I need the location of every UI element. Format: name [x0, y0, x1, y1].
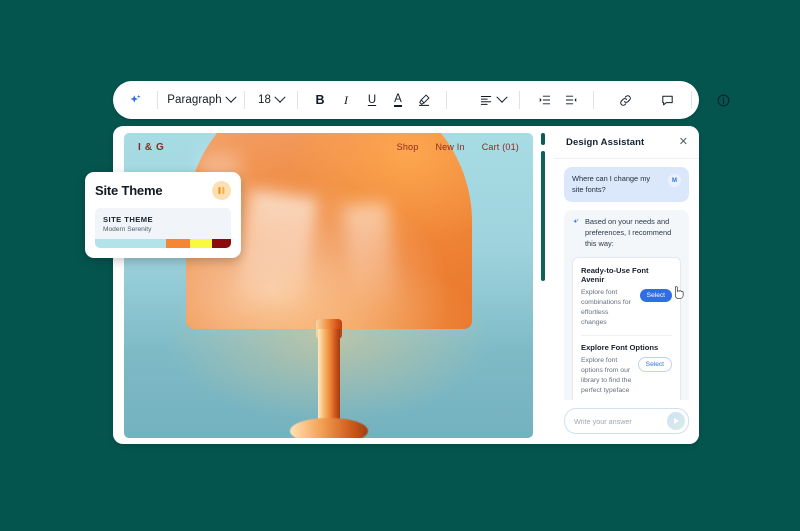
ai-assist-button[interactable]	[113, 86, 157, 114]
option-card-ready-to-use-font: Ready-to-Use Font Avenir Explore font co…	[581, 265, 672, 336]
user-message-bubble: Where can I change my site fonts? M	[564, 167, 689, 203]
select-button-explore-font-options[interactable]: Select	[637, 356, 672, 372]
assistant-message-text: Based on your needs and preferences, I r…	[585, 217, 672, 248]
close-icon[interactable]: ✕	[679, 136, 688, 148]
avatar: M	[668, 174, 681, 187]
font-size-dropdown[interactable]: 18	[245, 86, 297, 114]
screen: Paragraph 18 B I U A I & G Shop New In C…	[0, 0, 800, 531]
option-title: Explore Font Options	[581, 343, 659, 353]
toolbar-divider	[297, 91, 298, 109]
answer-input-placeholder: Write your answer	[574, 416, 632, 426]
lamp-base	[289, 418, 368, 438]
theme-swatch-bar	[95, 239, 231, 248]
option-body: Explore font combinations for effortless…	[581, 288, 672, 329]
assistant-option-list: Ready-to-Use Font Avenir Explore font co…	[572, 256, 681, 400]
nav-link-new-in[interactable]: New In	[435, 142, 464, 152]
underline-label: U	[367, 94, 377, 106]
option-title: Ready-to-Use Font Avenir	[581, 265, 649, 285]
align-dropdown[interactable]	[477, 86, 508, 114]
user-message-text: Where can I change my site fonts?	[572, 174, 651, 194]
chevron-down-icon	[274, 91, 286, 103]
palette-icon[interactable]	[212, 181, 231, 200]
paragraph-style-dropdown[interactable]: Paragraph	[158, 86, 244, 114]
option-description: Explore font options from our library to…	[581, 356, 632, 395]
italic-button[interactable]: I	[333, 86, 359, 114]
assistant-message-bubble: Based on your needs and preferences, I r…	[564, 210, 689, 400]
answer-input-wrapper[interactable]: Write your answer	[564, 408, 689, 434]
design-assistant-panel: Design Assistant ✕ Where can I change my…	[554, 126, 699, 444]
sparkle-icon	[130, 94, 140, 103]
site-theme-card-name: Modern Serenity	[103, 226, 152, 233]
assistant-title: Design Assistant	[566, 136, 645, 148]
toolbar-divider	[691, 91, 692, 109]
site-theme-title: Site Theme	[95, 183, 163, 198]
underline-button[interactable]: U	[359, 86, 385, 114]
option-body: Explore font options from our library to…	[581, 356, 672, 397]
link-icon	[619, 94, 631, 106]
text-color-label: A	[394, 93, 402, 108]
info-button[interactable]	[708, 86, 738, 114]
assistant-input-area: Write your answer	[554, 400, 699, 444]
chevron-down-icon	[495, 91, 508, 103]
theme-swatch	[211, 239, 231, 248]
scrollbar-thumb[interactable]	[541, 151, 545, 281]
site-theme-card[interactable]: SITE THEME Modern Serenity	[95, 208, 231, 248]
option-description: Explore font combinations for effortless…	[581, 288, 631, 327]
site-nav-links: Shop New In Cart (01)	[397, 142, 519, 152]
theme-swatch	[165, 239, 191, 248]
site-theme-header: Site Theme	[95, 181, 231, 200]
option-card-explore-font-options: Explore Font Options Explore font option…	[581, 335, 672, 400]
comment-button[interactable]	[652, 86, 682, 114]
indent-increase-button[interactable]	[532, 86, 558, 114]
theme-swatch	[190, 239, 212, 248]
bold-label: B	[315, 93, 325, 107]
site-navbar: I & G Shop New In Cart (01)	[124, 133, 533, 161]
canvas-scrollbar[interactable]	[541, 133, 545, 438]
site-theme-popover: Site Theme SITE THEME Modern Serenity	[85, 172, 241, 258]
scrollbar-top-marker	[541, 133, 545, 145]
highlighter-icon	[419, 94, 430, 106]
formatting-toolbar: Paragraph 18 B I U A	[113, 81, 729, 119]
align-left-icon	[480, 96, 491, 105]
palette-glyph-icon	[218, 186, 225, 195]
link-button[interactable]	[610, 86, 640, 114]
chevron-down-icon	[225, 91, 237, 103]
comment-icon	[661, 95, 673, 105]
text-color-button[interactable]: A	[385, 86, 411, 114]
indent-decrease-button[interactable]	[558, 86, 584, 114]
font-size-label: 18	[258, 94, 271, 106]
assistant-header: Design Assistant ✕	[554, 126, 699, 159]
assistant-message-row: Based on your needs and preferences, I r…	[572, 217, 681, 249]
send-icon	[674, 418, 680, 424]
bold-button[interactable]: B	[307, 86, 333, 114]
toolbar-divider	[446, 91, 447, 109]
indent-decrease-icon	[565, 95, 577, 105]
sparkle-icon	[573, 219, 579, 224]
info-icon	[717, 94, 729, 106]
send-button[interactable]	[667, 412, 685, 430]
toolbar-divider	[519, 91, 520, 109]
italic-label: I	[344, 92, 348, 107]
highlight-button[interactable]	[411, 86, 437, 114]
select-button-ready-to-use-font[interactable]: Select	[639, 288, 672, 302]
theme-swatch	[95, 239, 166, 248]
paragraph-style-label: Paragraph	[167, 94, 222, 106]
site-logo[interactable]: I & G	[138, 142, 164, 153]
toolbar-divider	[593, 91, 594, 109]
nav-link-cart[interactable]: Cart (01)	[482, 142, 519, 152]
site-theme-card-label: SITE THEME	[103, 215, 154, 224]
nav-link-shop[interactable]: Shop	[397, 142, 419, 152]
assistant-conversation: Where can I change my site fonts? M Base…	[554, 159, 699, 400]
indent-increase-icon	[539, 95, 551, 105]
